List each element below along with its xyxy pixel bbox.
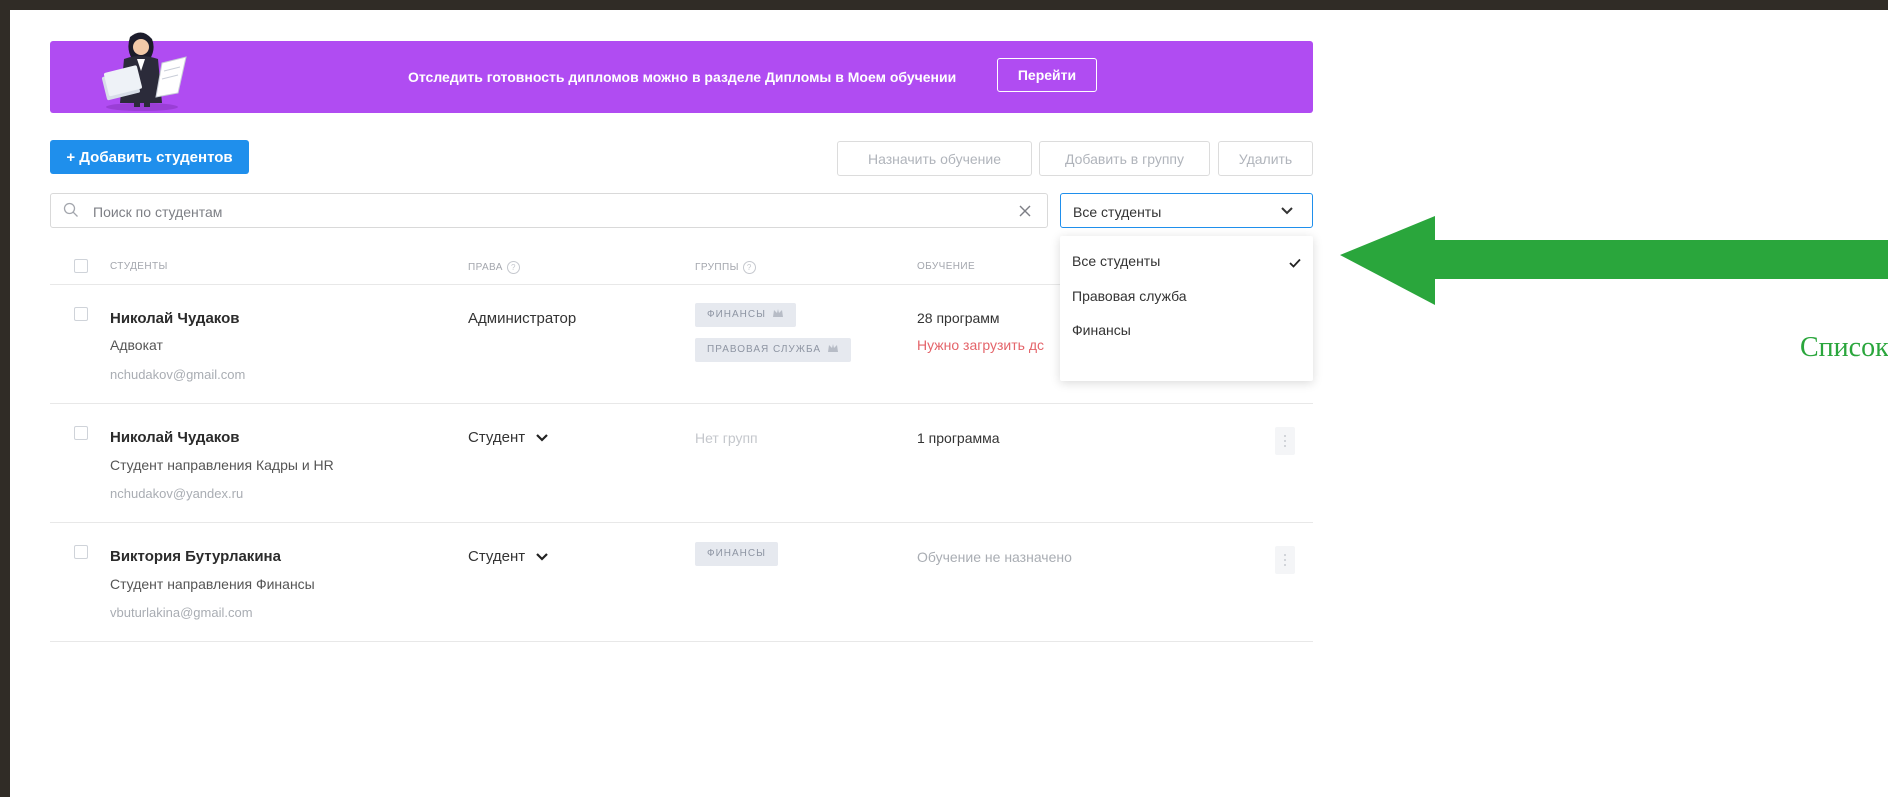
row-menu-button[interactable] xyxy=(1275,546,1295,574)
group-filter-select[interactable]: Все студенты xyxy=(1060,193,1313,228)
student-rights: Администратор xyxy=(468,310,577,327)
row-checkbox[interactable] xyxy=(74,545,88,559)
rights-select[interactable]: Студент xyxy=(468,429,549,446)
crown-icon xyxy=(772,309,783,317)
header-rights-label: ПРАВА xyxy=(468,262,503,274)
student-name[interactable]: Николай Чудаков xyxy=(110,429,239,446)
banner-message: Отследить готовность дипломов можно в ра… xyxy=(408,69,957,85)
group-tag-label: ФИНАНСЫ xyxy=(707,548,766,559)
woman-with-documents-illustration xyxy=(101,32,187,111)
header-groups: ГРУППЫ? xyxy=(695,261,756,274)
student-position: Студент направления Кадры и HR xyxy=(110,457,334,473)
group-filter-value: Все студенты xyxy=(1073,204,1162,220)
dropdown-option-legal[interactable]: Правовая служба xyxy=(1072,288,1187,304)
annotation-arrow xyxy=(1340,216,1888,305)
row-divider xyxy=(50,522,1313,523)
annotation-caption: Список групп xyxy=(1800,332,1888,363)
diploma-banner: Отследить готовность дипломов можно в ра… xyxy=(50,32,1313,113)
student-name[interactable]: Виктория Бутурлакина xyxy=(110,548,281,565)
chevron-down-icon xyxy=(1281,207,1293,215)
crown-icon xyxy=(828,344,839,352)
assign-training-button[interactable]: Назначить обучение xyxy=(837,141,1032,176)
delete-button[interactable]: Удалить xyxy=(1218,141,1313,176)
student-name[interactable]: Николай Чудаков xyxy=(110,310,239,327)
group-filter-dropdown: Все студенты Правовая служба Финансы xyxy=(1060,236,1313,381)
group-tag[interactable]: ФИНАНСЫ xyxy=(695,542,778,566)
student-email: vbuturlakina@gmail.com xyxy=(110,605,253,620)
header-groups-label: ГРУППЫ xyxy=(695,262,739,274)
row-menu-button[interactable] xyxy=(1275,427,1295,455)
chevron-down-icon xyxy=(536,553,548,561)
education-count[interactable]: 28 программ xyxy=(917,310,1000,326)
student-position: Студент направления Финансы xyxy=(110,576,315,592)
no-groups-text: Нет групп xyxy=(695,430,758,446)
row-divider xyxy=(50,403,1313,404)
group-tag[interactable]: ФИНАНСЫ xyxy=(695,303,796,327)
rights-select[interactable]: Студент xyxy=(468,548,549,565)
go-button[interactable]: Перейти xyxy=(997,58,1097,92)
group-tag-label: ФИНАНСЫ xyxy=(707,309,766,320)
search-input[interactable] xyxy=(91,194,995,229)
search-box xyxy=(50,193,1048,229)
group-tag[interactable]: ПРАВОВАЯ СЛУЖБА xyxy=(695,338,852,362)
chevron-down-icon xyxy=(536,434,548,442)
rights-value: Студент xyxy=(468,548,526,565)
checkmark-icon xyxy=(1289,258,1301,268)
search-icon xyxy=(63,202,78,217)
dropdown-option-all[interactable]: Все студенты xyxy=(1072,253,1160,269)
student-email: nchudakov@yandex.ru xyxy=(110,486,244,501)
education-status: Обучение не назначено xyxy=(917,549,1072,565)
dropdown-option-finance[interactable]: Финансы xyxy=(1072,322,1131,338)
row-divider xyxy=(50,641,1313,642)
add-to-group-button[interactable]: Добавить в группу xyxy=(1039,141,1210,176)
header-education: ОБУЧЕНИЕ xyxy=(917,261,976,272)
student-position: Адвокат xyxy=(110,337,163,353)
header-rights: ПРАВА? xyxy=(468,261,520,274)
row-checkbox[interactable] xyxy=(74,426,88,440)
rights-value: Студент xyxy=(468,429,526,446)
help-icon[interactable]: ? xyxy=(506,261,520,274)
app-window: Отследить готовность дипломов можно в ра… xyxy=(10,10,1888,797)
add-students-button[interactable]: + Добавить студентов xyxy=(50,140,249,174)
group-tag-label: ПРАВОВАЯ СЛУЖБА xyxy=(707,344,822,355)
help-icon[interactable]: ? xyxy=(742,261,756,274)
education-warning: Нужно загрузить дс xyxy=(917,337,1044,353)
header-students: СТУДЕНТЫ xyxy=(110,261,168,272)
education-count[interactable]: 1 программа xyxy=(917,430,1000,446)
clear-icon[interactable] xyxy=(1018,204,1032,218)
row-checkbox[interactable] xyxy=(74,307,88,321)
student-email: nchudakov@gmail.com xyxy=(110,367,246,382)
select-all-checkbox[interactable] xyxy=(74,259,88,273)
